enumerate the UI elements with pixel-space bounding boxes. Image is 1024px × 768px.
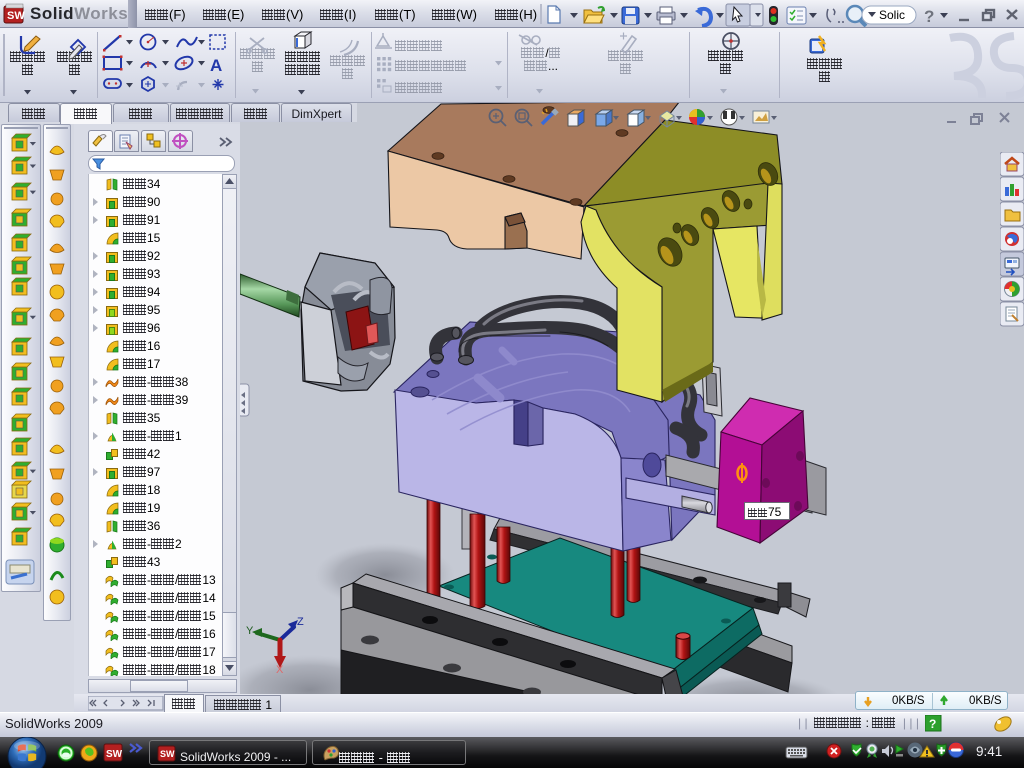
svg-text:X: X	[276, 664, 284, 676]
svg-text:A: A	[210, 56, 222, 75]
svg-text:SW: SW	[106, 749, 123, 760]
svg-text:SW: SW	[7, 10, 25, 22]
svg-text:Y: Y	[246, 625, 254, 637]
svg-text:9:41: 9:41	[976, 744, 1002, 759]
svg-text:SW: SW	[160, 749, 175, 759]
svg-text:Z: Z	[297, 616, 304, 628]
svg-text:Solic: Solic	[879, 8, 905, 22]
svg-text:?: ?	[924, 7, 934, 26]
svg-text:?: ?	[929, 717, 936, 731]
